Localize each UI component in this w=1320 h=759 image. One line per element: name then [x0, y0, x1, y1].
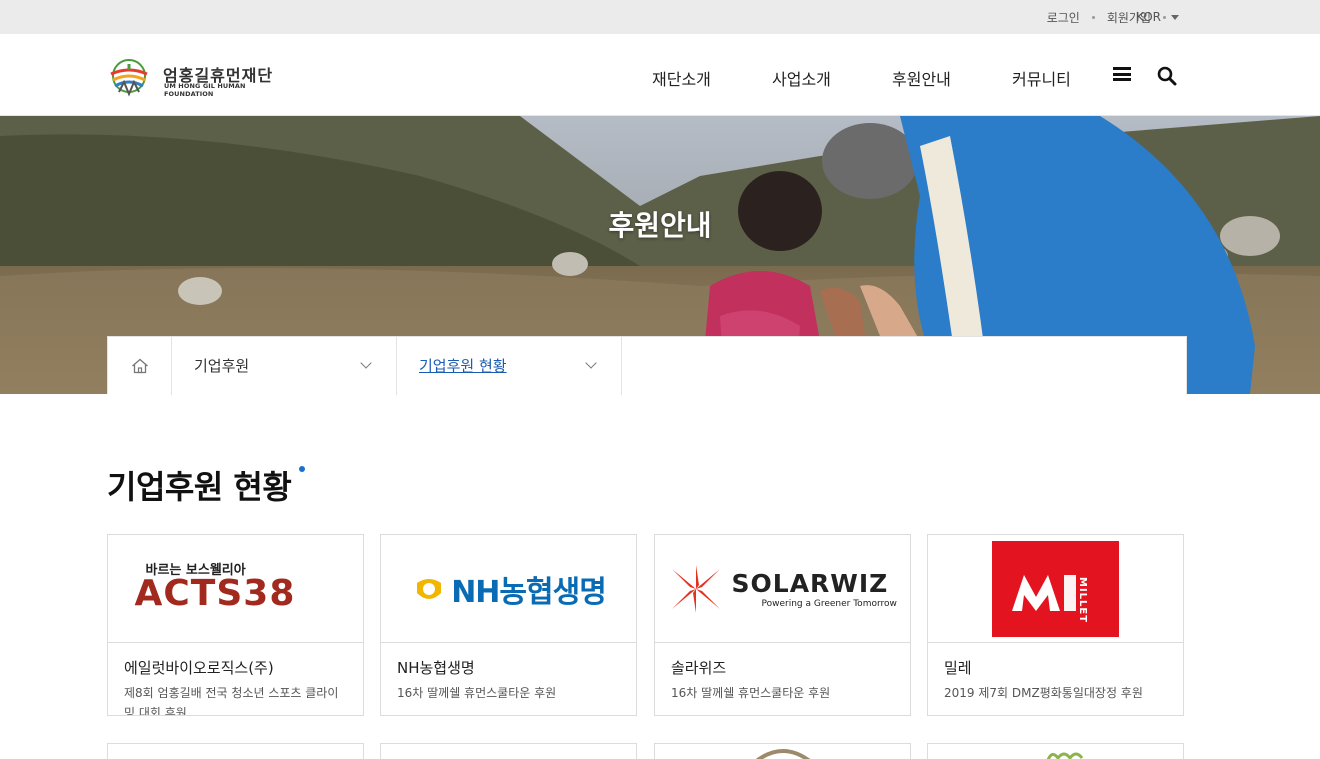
sponsor-description: 제8회 엄홍길배 전국 청소년 스포츠 클라이밍 대회 후원 [124, 686, 339, 716]
millet-logo-text: MILLET [1077, 577, 1088, 624]
millet-logo-icon [992, 540, 1119, 637]
page-title-text: 기업후원 현황 [107, 468, 292, 506]
sponsor-card[interactable] [107, 743, 364, 759]
nav-item-community[interactable]: 커뮤니티 [1012, 66, 1071, 90]
chevron-down-icon [360, 357, 372, 369]
home-button[interactable] [108, 337, 172, 395]
sponsor-card[interactable]: MILLET 밀레 2019 제7회 DMZ평화통일대장정 후원 [927, 534, 1184, 716]
sponsor-logo: MILLET [928, 535, 1183, 643]
breadcrumb-level2-select[interactable]: 기업후원 현황 [397, 337, 622, 395]
utility-bar: 로그인 회원가입 KOR [0, 0, 1320, 34]
nav-item-business[interactable]: 사업소개 [772, 66, 831, 90]
sponsor-logo [1046, 752, 1084, 759]
sponsor-card[interactable]: NH농협생명 NH농협생명 16차 딸께쉘 휴먼스쿨타운 후원 [380, 534, 637, 716]
sponsor-description: 16차 딸께쉘 휴먼스쿨타운 후원 [397, 686, 557, 700]
chevron-down-icon [585, 357, 597, 369]
home-icon [131, 358, 148, 374]
sponsor-name: 솔라위즈 [671, 659, 727, 677]
sponsor-logo: 바르는 보스웰리아 ACTS38 [108, 535, 363, 643]
nav-item-about[interactable]: 재단소개 [652, 66, 711, 90]
hero-title: 후원안내 [608, 209, 712, 242]
acts-logo-text: ACTS38 [134, 572, 296, 614]
menu-icon[interactable] [1113, 67, 1131, 81]
breadcrumb-level1-select[interactable]: 기업후원 [172, 337, 397, 395]
language-label: KOR [1136, 10, 1161, 24]
sponsor-card[interactable]: 바르는 보스웰리아 ACTS38 에일럿바이오로직스(주) 제8회 엄홍길배 전… [107, 534, 364, 716]
sponsor-card[interactable] [927, 743, 1184, 759]
nav-item-donation[interactable]: 후원안내 [892, 66, 951, 90]
sponsor-logo [755, 749, 811, 759]
login-link[interactable]: 로그인 [1047, 9, 1080, 26]
breadcrumb-level2-label: 기업후원 현황 [419, 357, 507, 375]
foundation-logo-icon [110, 59, 148, 97]
nh-logo-icon [417, 578, 442, 599]
solarwiz-logo-text: SOLARWIZ [731, 568, 889, 598]
site-logo[interactable]: 엄홍길휴먼재단 UM HONG GIL HUMAN FOUNDATION [107, 56, 282, 100]
solarwiz-logo-tagline: Powering a Greener Tomorrow [761, 598, 897, 609]
sponsor-card[interactable] [380, 743, 637, 759]
sponsor-name: 에일럿바이오로직스(주) [124, 659, 274, 677]
caret-down-icon [1171, 14, 1179, 20]
search-icon[interactable] [1157, 66, 1177, 86]
site-header: 엄홍길휴먼재단 UM HONG GIL HUMAN FOUNDATION 재단소… [0, 34, 1320, 116]
title-accent-dot [299, 466, 306, 472]
language-selector[interactable]: KOR [1136, 0, 1179, 34]
breadcrumb-level1-label: 기업후원 [194, 357, 250, 375]
sponsor-logo: SOLARWIZ Powering a Greener Tomorrow [655, 535, 910, 643]
breadcrumb: 기업후원 기업후원 현황 [107, 336, 1187, 395]
sponsor-logo: NH농협생명 [381, 535, 636, 643]
sponsor-name: NH농협생명 [397, 659, 475, 677]
sponsor-description: 16차 딸께쉘 휴먼스쿨타운 후원 [671, 686, 831, 700]
solarwiz-logo-icon [671, 564, 720, 613]
sponsor-description: 2019 제7회 DMZ평화통일대장정 후원 [944, 686, 1143, 700]
separator-dot [1091, 15, 1095, 19]
logo-english-name: UM HONG GIL HUMAN FOUNDATION [164, 82, 246, 98]
page-title: 기업후원 현황 [107, 462, 306, 508]
sponsor-name: 밀레 [944, 659, 972, 677]
sponsor-card[interactable] [654, 743, 911, 759]
sponsor-card[interactable]: SOLARWIZ Powering a Greener Tomorrow 솔라위… [654, 534, 911, 716]
nh-logo-text: NH농협생명 [451, 574, 607, 610]
